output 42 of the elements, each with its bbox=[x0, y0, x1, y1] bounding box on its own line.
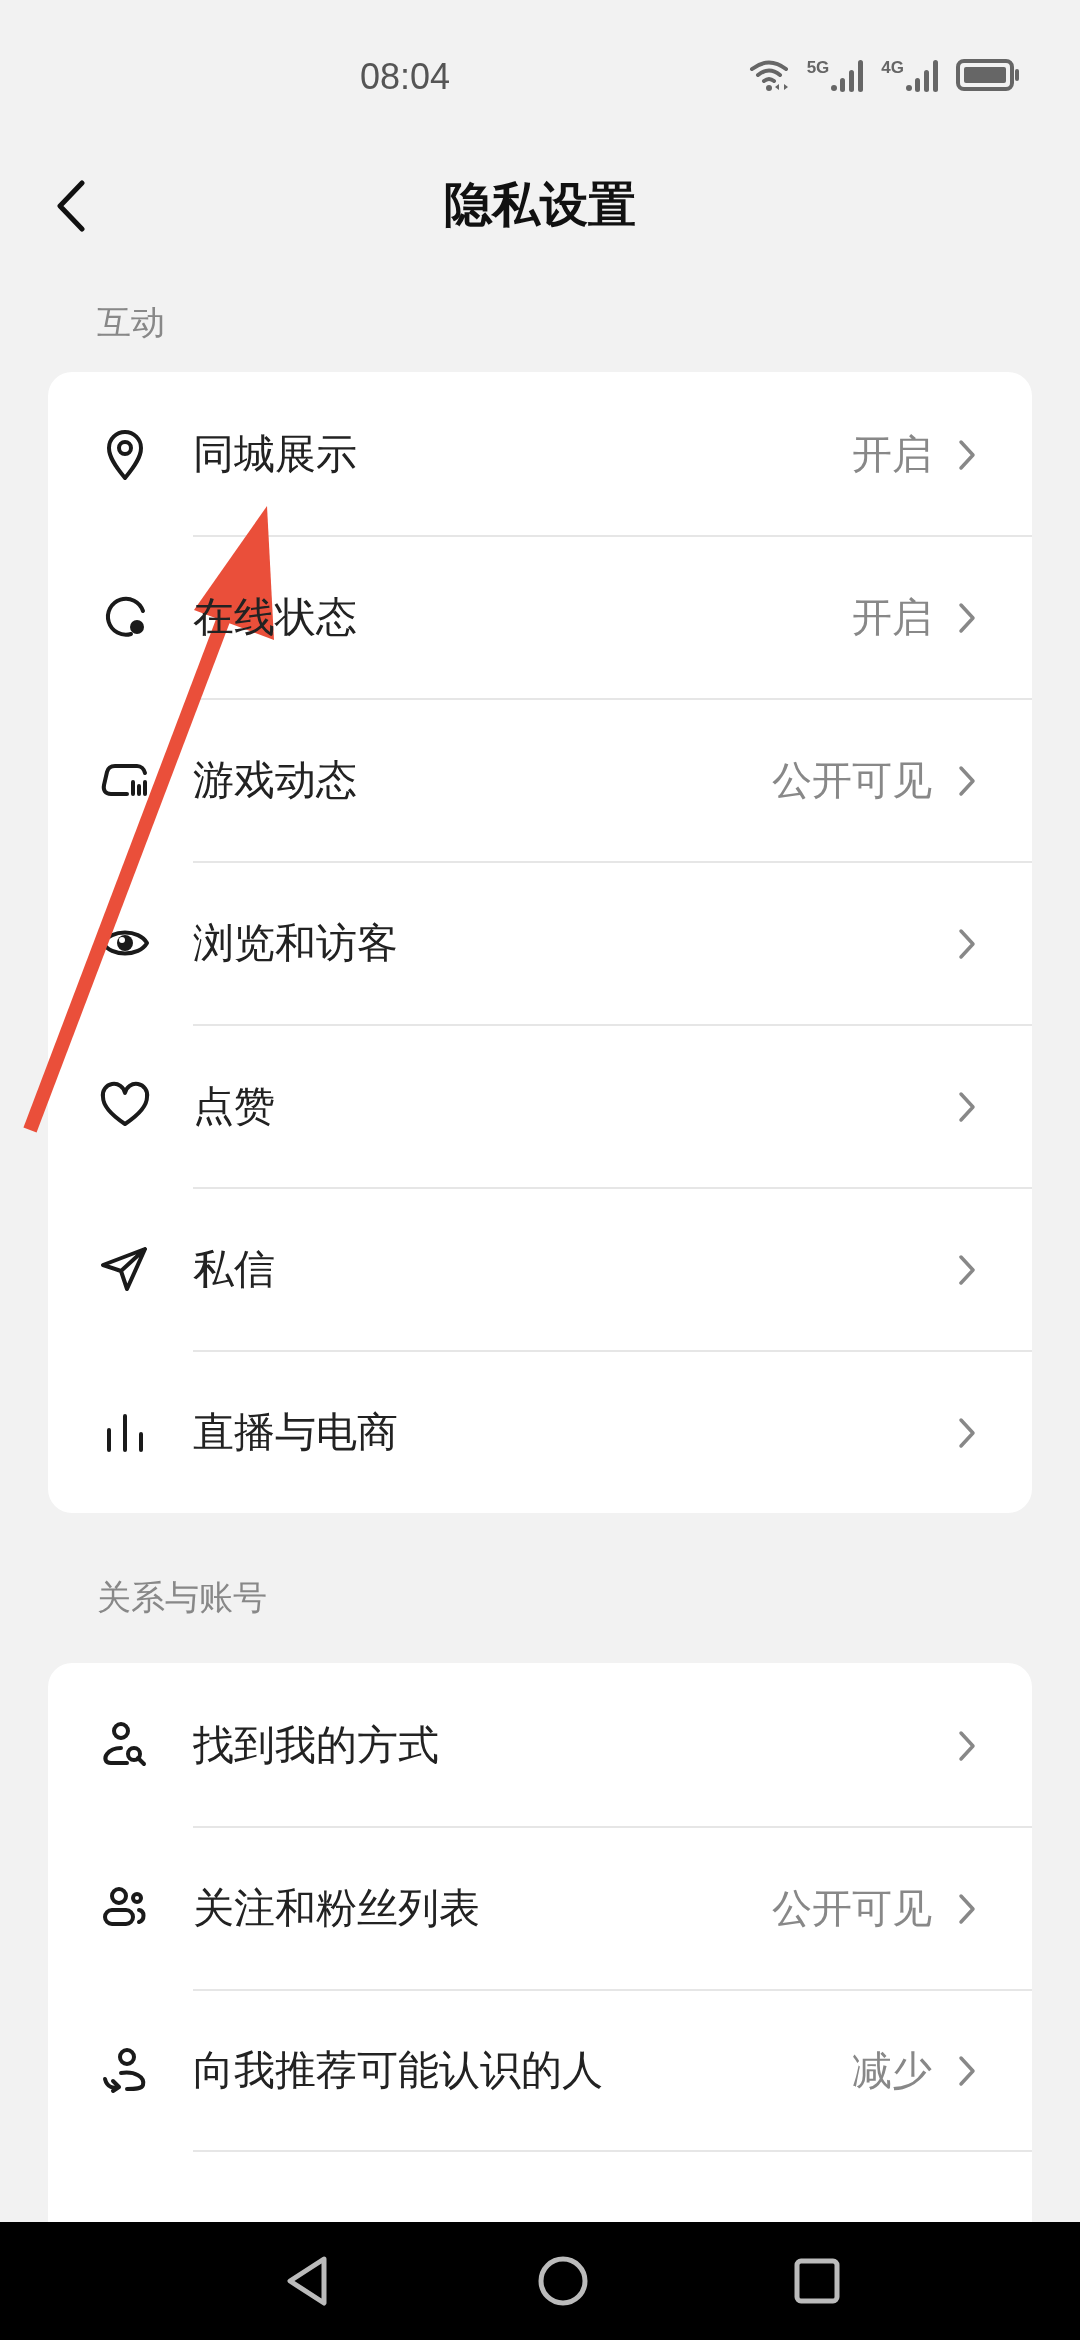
chevron-icon bbox=[958, 438, 976, 471]
section-label: 关系与账号 bbox=[96, 1576, 268, 1619]
chevron-icon bbox=[958, 1729, 976, 1762]
settings-row[interactable]: 游戏动态 公开可见 bbox=[48, 698, 1032, 861]
chevron-icon bbox=[958, 1253, 976, 1286]
chevron-icon bbox=[958, 2054, 976, 2087]
chevron-icon bbox=[958, 764, 976, 797]
row-label: 浏览和访客 bbox=[193, 918, 399, 969]
row-label: 私信 bbox=[193, 1244, 276, 1295]
network-label: 5G bbox=[806, 58, 830, 78]
row-value: 开启 bbox=[852, 593, 932, 642]
settings-row[interactable]: 私信 bbox=[48, 1187, 1032, 1350]
chevron-icon bbox=[958, 1416, 976, 1449]
home-nav-button[interactable] bbox=[537, 2255, 589, 2307]
settings-row[interactable]: 向我推荐可能认识的人 减少 bbox=[48, 1989, 1032, 2152]
row-label: 游戏动态 bbox=[193, 755, 358, 806]
row-value: 公开可见 bbox=[772, 756, 932, 805]
chevron-icon bbox=[958, 1892, 976, 1925]
settings-row[interactable]: 同城展示 开启 bbox=[48, 372, 1032, 535]
chevron-icon bbox=[958, 601, 976, 634]
settings-row[interactable]: 点赞 bbox=[48, 1024, 1032, 1187]
row-value: 减少 bbox=[852, 2046, 932, 2095]
settings-row[interactable]: 浏览和访客 bbox=[48, 861, 1032, 1024]
recents-nav-button[interactable] bbox=[794, 2258, 840, 2304]
page-title: 隐私设置 bbox=[444, 175, 636, 234]
row-label: 向我推荐可能认识的人 bbox=[193, 2045, 604, 2096]
section-label: 互动 bbox=[96, 301, 166, 344]
row-label: 直播与电商 bbox=[193, 1407, 399, 1458]
row-label: 同城展示 bbox=[193, 429, 358, 480]
row-value: 开启 bbox=[852, 430, 932, 479]
row-label: 点赞 bbox=[193, 1081, 276, 1132]
chevron-icon bbox=[958, 1090, 976, 1123]
chevron-icon bbox=[958, 927, 976, 960]
battery-icon bbox=[956, 58, 1020, 92]
settings-row[interactable]: 关注和粉丝列表 公开可见 bbox=[48, 1826, 1032, 1989]
clock-time: 08:04 bbox=[360, 56, 451, 98]
settings-row[interactable]: 找到我的方式 bbox=[48, 1663, 1032, 1826]
row-label: 找到我的方式 bbox=[193, 1720, 440, 1771]
network-label: 4G bbox=[881, 58, 904, 78]
row-label: 关注和粉丝列表 bbox=[193, 1883, 481, 1934]
row-value: 公开可见 bbox=[772, 1884, 932, 1933]
settings-row[interactable]: 直播与电商 bbox=[48, 1350, 1032, 1513]
